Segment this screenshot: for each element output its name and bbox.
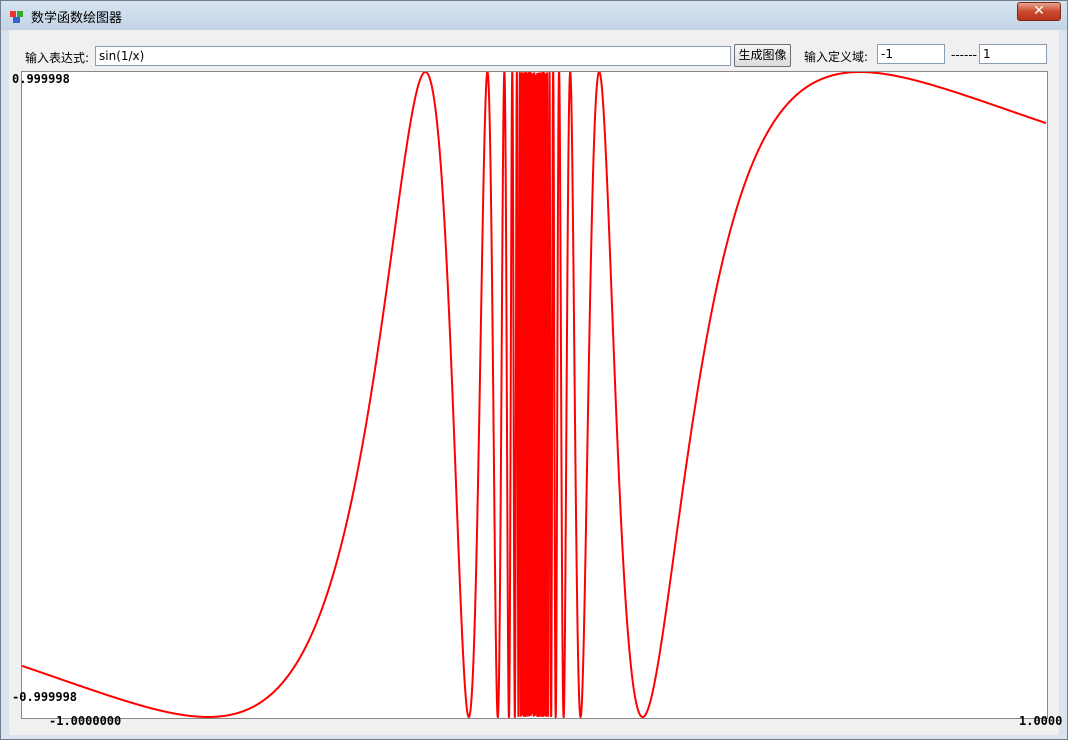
x-max-label: 1.0000 xyxy=(1019,714,1063,728)
domain-label: 输入定义域: xyxy=(804,50,869,64)
domain-separator: ------ xyxy=(951,48,977,62)
function-curve xyxy=(22,72,1047,718)
domain-min-input[interactable]: -1 xyxy=(877,44,945,64)
expression-label: 输入表达式: xyxy=(25,51,90,65)
y-min-label: -0.999998 xyxy=(12,690,78,704)
function-plot xyxy=(22,72,1047,718)
title-bar: 数学函数绘图器 ✕ xyxy=(1,1,1067,30)
x-min-label: -1.0000000 xyxy=(49,714,122,728)
y-max-label: 0.999998 xyxy=(12,72,70,86)
expression-input[interactable]: sin(1/x) xyxy=(95,46,731,66)
generate-button[interactable]: 生成图像 xyxy=(734,44,791,67)
close-button[interactable]: ✕ xyxy=(1017,2,1061,21)
app-icon xyxy=(10,11,23,23)
domain-max-input[interactable]: 1 xyxy=(979,44,1047,64)
close-icon: ✕ xyxy=(1033,3,1045,19)
plot-area xyxy=(21,71,1048,719)
window-title: 数学函数绘图器 xyxy=(31,11,123,26)
app-window: 数学函数绘图器 ✕ 输入表达式: sin(1/x) 生成图像 输入定义域: -1… xyxy=(0,0,1068,740)
